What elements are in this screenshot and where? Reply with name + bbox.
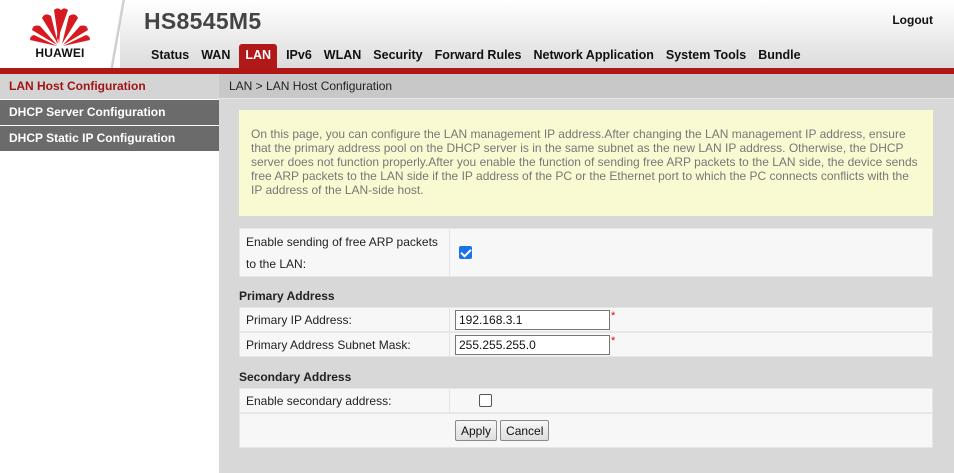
button-row: Apply Cancel xyxy=(239,413,933,448)
required-mark: * xyxy=(611,334,616,347)
primary-ip-value-cell: * xyxy=(455,308,615,331)
subnet-mask-value-cell: * xyxy=(455,333,615,356)
subnet-mask-row: Primary Address Subnet Mask: * xyxy=(239,332,933,357)
huawei-logo-icon xyxy=(30,8,90,46)
sidebar-item-dhcp-server-configuration[interactable]: DHCP Server Configuration xyxy=(0,100,219,126)
sidebar-item-lan-host-configuration[interactable]: LAN Host Configuration xyxy=(0,74,219,100)
tab-security[interactable]: Security xyxy=(367,44,428,68)
logout-link[interactable]: Logout xyxy=(892,13,933,27)
tab-wan[interactable]: WAN xyxy=(195,44,236,68)
tab-status[interactable]: Status xyxy=(145,44,195,68)
arp-value-cell xyxy=(459,229,472,276)
secondary-enable-label: Enable secondary address: xyxy=(240,389,450,412)
tab-network-application[interactable]: Network Application xyxy=(527,44,659,68)
main-nav: Status WAN LAN IPv6 WLAN Security Forwar… xyxy=(145,44,807,68)
primary-ip-input[interactable] xyxy=(455,309,610,330)
required-mark: * xyxy=(611,309,616,322)
primary-ip-row: Primary IP Address: * xyxy=(239,307,933,332)
brand-name: HUAWEI xyxy=(35,46,85,60)
primary-ip-label: Primary IP Address: xyxy=(240,308,450,331)
primary-address-title: Primary Address xyxy=(239,289,335,303)
secondary-enable-row: Enable secondary address: xyxy=(239,388,933,413)
tab-ipv6[interactable]: IPv6 xyxy=(280,44,318,68)
secondary-address-title: Secondary Address xyxy=(239,370,352,384)
button-group: Apply Cancel xyxy=(455,414,552,447)
top-header: HUAWEI HS8545M5 Logout Status WAN LAN IP… xyxy=(0,0,954,68)
tab-forward-rules[interactable]: Forward Rules xyxy=(429,44,528,68)
tab-system-tools[interactable]: System Tools xyxy=(660,44,752,68)
secondary-address-checkbox[interactable] xyxy=(479,394,492,407)
secondary-enable-value-cell xyxy=(479,389,492,412)
device-model-title: HS8545M5 xyxy=(144,8,262,34)
logo-area: HUAWEI xyxy=(0,0,120,68)
tab-bundle[interactable]: Bundle xyxy=(752,44,806,68)
apply-button[interactable]: Apply xyxy=(455,420,498,441)
tab-wlan[interactable]: WLAN xyxy=(318,44,368,68)
info-notice: On this page, you can configure the LAN … xyxy=(239,110,933,216)
cancel-button[interactable]: Cancel xyxy=(500,420,550,441)
subnet-mask-input[interactable] xyxy=(455,334,610,355)
main-content: LAN > LAN Host Configuration On this pag… xyxy=(219,74,954,473)
tab-lan[interactable]: LAN xyxy=(239,44,278,68)
arp-checkbox[interactable] xyxy=(459,246,472,259)
sidebar-item-dhcp-static-ip-configuration[interactable]: DHCP Static IP Configuration xyxy=(0,126,219,152)
sidebar: LAN Host Configuration DHCP Server Confi… xyxy=(0,74,219,473)
arp-label: Enable sending of free ARP packets to th… xyxy=(240,229,450,276)
subnet-mask-label: Primary Address Subnet Mask: xyxy=(240,333,450,356)
header-divider xyxy=(106,0,130,68)
breadcrumb: LAN > LAN Host Configuration xyxy=(219,74,954,99)
arp-row: Enable sending of free ARP packets to th… xyxy=(239,228,933,277)
